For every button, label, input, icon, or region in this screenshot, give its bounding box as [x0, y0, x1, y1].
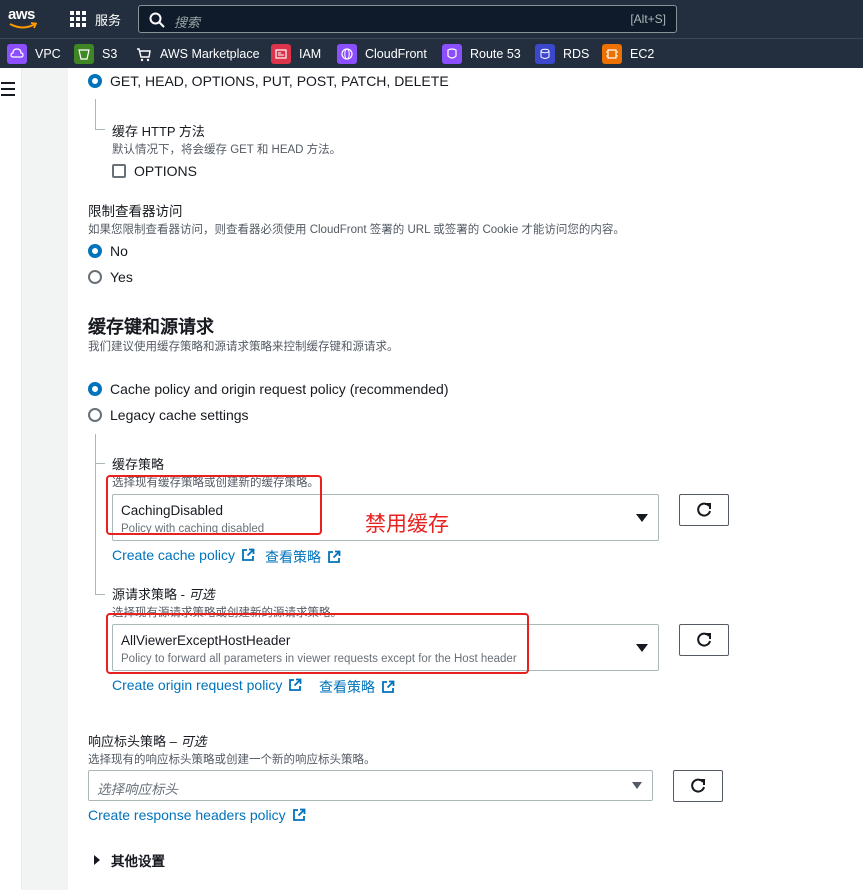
cache-key-section-desc: 我们建议使用缓存策略和源请求策略来控制缓存键和源请求。	[88, 341, 399, 353]
cache-policy-title: 缓存策略	[112, 457, 165, 472]
favorites-bar: VPC S3 AWS Marketplace IAM CloudFront Ro…	[0, 38, 863, 68]
origin-request-policy-title: 源请求策略 - 可选	[112, 587, 215, 602]
page-gutter	[22, 68, 68, 890]
legacy-cache-label: Legacy cache settings	[110, 407, 249, 423]
cache-http-methods-title: 缓存 HTTP 方法	[112, 124, 205, 139]
options-checkbox[interactable]	[112, 164, 126, 178]
form-panel: GET, HEAD, OPTIONS, PUT, POST, PATCH, DE…	[68, 68, 863, 890]
refresh-origin-policies-button[interactable]	[679, 624, 729, 656]
chevron-down-icon	[632, 782, 642, 789]
view-cache-policy-link[interactable]: 查看策略	[265, 547, 341, 567]
favorite-rds[interactable]: RDS	[535, 43, 589, 65]
grid-icon	[70, 10, 87, 28]
tree-line	[95, 434, 96, 594]
restrict-viewer-title: 限制查看器访问	[88, 204, 183, 219]
favorite-route-53[interactable]: Route 53	[442, 43, 521, 65]
refresh-response-policies-button[interactable]	[673, 770, 723, 802]
additional-settings-toggle[interactable]: 其他设置	[92, 850, 165, 870]
cache-policy-recommended-radio[interactable]	[88, 382, 102, 396]
restrict-no-radio[interactable]	[88, 244, 102, 258]
refresh-icon	[697, 502, 711, 517]
cache-http-methods-desc: 默认情况下，将会缓存 GET 和 HEAD 方法。	[112, 144, 342, 156]
iam-icon	[271, 44, 291, 64]
favorite-vpc[interactable]: VPC	[7, 43, 61, 65]
tree-line	[95, 129, 105, 130]
favorite-cloudfront[interactable]: CloudFront	[337, 43, 427, 65]
ec2-icon	[602, 44, 622, 64]
tree-line	[95, 463, 105, 464]
tree-line	[95, 99, 96, 129]
create-cache-policy-link[interactable]: Create cache policy	[112, 547, 255, 563]
annotation-label: 禁用缓存	[365, 513, 449, 536]
cache-key-section-title: 缓存键和源请求	[88, 317, 214, 337]
chevron-down-icon	[636, 644, 648, 652]
favorite-aws-marketplace[interactable]: AWS Marketplace	[134, 43, 260, 65]
additional-settings-label: 其他设置	[111, 854, 165, 869]
menu-icon[interactable]	[1, 82, 15, 100]
methods-all-radio[interactable]	[88, 74, 102, 88]
response-headers-policy-desc: 选择现有的响应标头策略或创建一个新的响应标头策略。	[88, 754, 376, 766]
search-shortcut: [Alt+S]	[630, 12, 666, 26]
methods-all-label: GET, HEAD, OPTIONS, PUT, POST, PATCH, DE…	[110, 73, 449, 89]
favorite-iam[interactable]: IAM	[271, 43, 321, 65]
restrict-yes-label: Yes	[110, 269, 133, 285]
external-link-icon	[382, 680, 395, 693]
external-link-icon	[289, 678, 302, 691]
external-link-icon	[242, 548, 255, 561]
cloudfront-icon	[337, 44, 357, 64]
aws-logo[interactable]: aws	[8, 6, 44, 32]
refresh-icon	[691, 778, 705, 793]
services-menu-button[interactable]: 服务	[70, 9, 121, 29]
create-origin-request-policy-link[interactable]: Create origin request policy	[112, 677, 302, 693]
restrict-no-label: No	[110, 243, 128, 259]
search-placeholder: 搜索	[174, 15, 201, 30]
route53-icon	[442, 44, 462, 64]
rds-icon	[535, 44, 555, 64]
chevron-down-icon	[636, 514, 648, 522]
response-headers-policy-title: 响应标头策略 – 可选	[88, 734, 207, 749]
refresh-cache-policies-button[interactable]	[679, 494, 729, 526]
restrict-viewer-desc: 如果您限制查看器访问，则查看器必须使用 CloudFront 签署的 URL 或…	[88, 224, 625, 236]
services-label: 服务	[95, 12, 122, 28]
top-navigation-bar: aws 服务 搜索 [Alt+S]	[0, 0, 863, 38]
annotation-box-cache-policy	[106, 475, 322, 535]
annotation-box-origin-policy	[106, 613, 529, 674]
s3-icon	[74, 44, 94, 64]
tree-line	[95, 594, 105, 595]
side-rail	[0, 68, 22, 890]
response-headers-policy-select[interactable]: 选择响应标头	[88, 770, 653, 801]
vpc-icon	[7, 44, 27, 64]
response-headers-placeholder: 选择响应标头	[97, 782, 178, 797]
options-label: OPTIONS	[134, 163, 198, 179]
caret-right-icon	[94, 855, 100, 865]
restrict-yes-radio[interactable]	[88, 270, 102, 284]
legacy-cache-radio[interactable]	[88, 408, 102, 422]
refresh-icon	[697, 632, 711, 647]
favorite-s3[interactable]: S3	[74, 43, 117, 65]
search-input[interactable]: 搜索 [Alt+S]	[138, 5, 677, 33]
create-response-headers-policy-link[interactable]: Create response headers policy	[88, 807, 306, 823]
cache-policy-recommended-label: Cache policy and origin request policy (…	[110, 381, 449, 397]
external-link-icon	[328, 550, 341, 563]
search-icon	[149, 12, 165, 28]
view-origin-request-policy-link[interactable]: 查看策略	[319, 677, 395, 697]
cart-icon	[134, 44, 154, 64]
favorite-ec2[interactable]: EC2	[602, 43, 654, 65]
external-link-icon	[292, 808, 306, 821]
